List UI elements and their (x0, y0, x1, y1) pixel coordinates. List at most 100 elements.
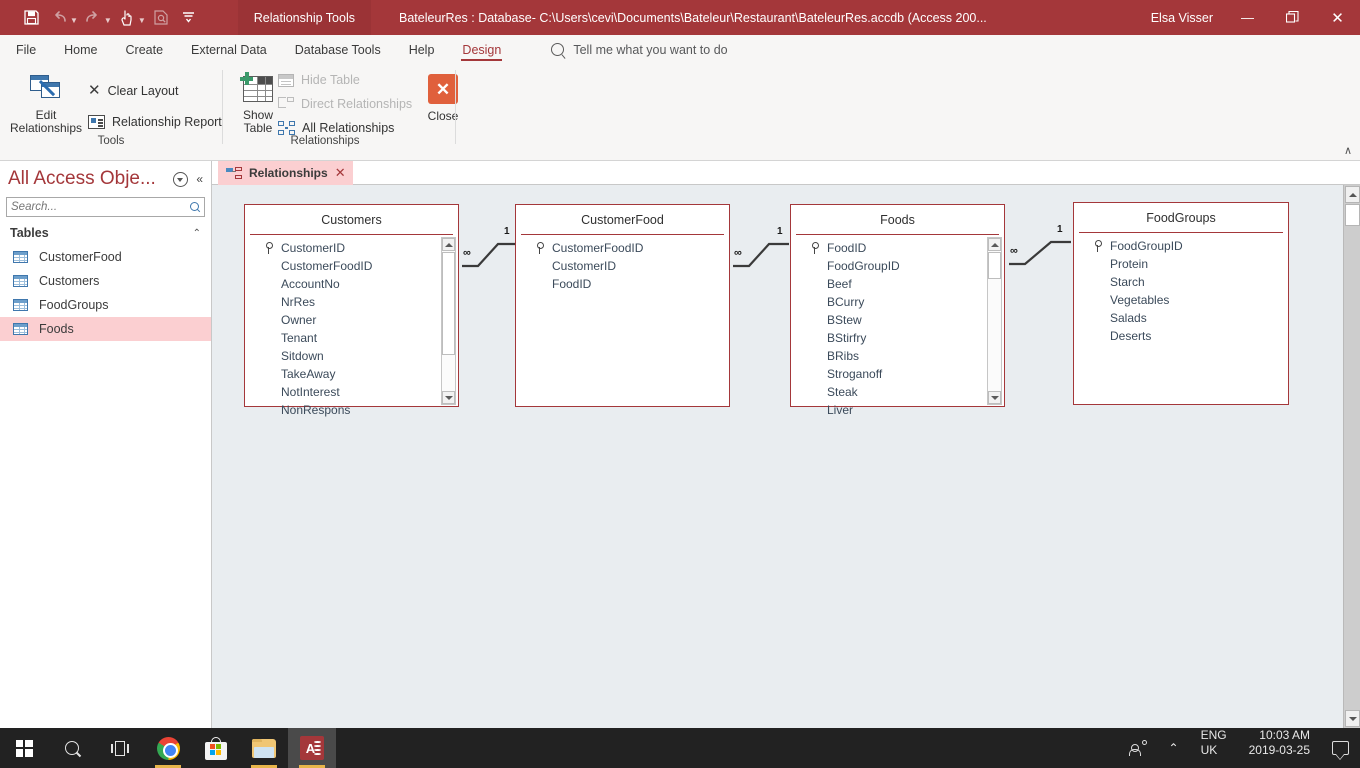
account-name[interactable]: Elsa Visser (1151, 11, 1225, 25)
restore-button[interactable] (1270, 0, 1315, 35)
field-row[interactable]: BStirfry (791, 329, 1004, 347)
undo-dropdown-icon[interactable]: ▼ (70, 16, 78, 25)
field-row[interactable]: Steak (791, 383, 1004, 401)
scroll-up-arrow[interactable] (1345, 186, 1360, 203)
field-row[interactable]: BRibs (791, 347, 1004, 365)
field-row[interactable]: Liver (791, 401, 1004, 419)
touch-mode-icon[interactable] (114, 5, 140, 31)
taskbar-search-button[interactable] (48, 728, 96, 768)
tab-help[interactable]: Help (395, 35, 449, 64)
field-row[interactable]: NonRespons (245, 401, 458, 419)
table-scrollbar-customers[interactable] (441, 237, 456, 405)
file-explorer-button[interactable] (240, 728, 288, 768)
field-row[interactable]: BStew (791, 311, 1004, 329)
field-row[interactable]: Tenant (245, 329, 458, 347)
redo-dropdown-icon[interactable]: ▼ (104, 16, 112, 25)
relationship-line-customerfood-foods[interactable]: ∞ 1 (731, 225, 791, 275)
microsoft-store-button[interactable] (192, 728, 240, 768)
table-box-customerfood[interactable]: CustomerFood CustomerFoodID CustomerID F… (515, 204, 730, 407)
action-center-button[interactable] (1321, 728, 1360, 768)
scroll-thumb[interactable] (1345, 204, 1360, 226)
all-relationships-button[interactable]: All Relationships (278, 121, 394, 135)
collapse-ribbon-button[interactable]: ∧ (1344, 144, 1352, 157)
field-row[interactable]: CustomerFoodID (516, 239, 729, 257)
scroll-up-arrow[interactable] (988, 238, 1001, 251)
field-row[interactable]: Protein (1074, 255, 1288, 273)
save-icon[interactable] (18, 5, 44, 31)
print-preview-icon[interactable] (148, 5, 174, 31)
customize-quick-access-icon[interactable] (176, 5, 202, 31)
start-button[interactable] (0, 728, 48, 768)
field-row[interactable]: FoodGroupID (1074, 237, 1288, 255)
close-tab-icon[interactable]: ✕ (335, 165, 346, 181)
sidebar-item-customers[interactable]: Customers (0, 269, 211, 293)
edit-relationships-button[interactable]: Edit Relationships (10, 74, 82, 135)
task-view-button[interactable] (96, 728, 144, 768)
field-row[interactable]: NotInterest (245, 383, 458, 401)
table-scrollbar-foods[interactable] (987, 237, 1002, 405)
tab-external-data[interactable]: External Data (177, 35, 281, 64)
clear-layout-button[interactable]: ✕ Clear Layout (88, 83, 178, 98)
scroll-down-arrow[interactable] (1345, 710, 1360, 727)
field-row[interactable]: Deserts (1074, 327, 1288, 345)
field-row[interactable]: FoodID (516, 275, 729, 293)
touch-mode-dropdown-icon[interactable]: ▼ (138, 16, 146, 25)
relationship-line-foods-foodgroups[interactable]: ∞ 1 (1007, 223, 1073, 273)
close-relationships-button[interactable]: ✕ Close (418, 74, 468, 123)
show-hidden-icons-button[interactable]: ⌃ (1158, 728, 1190, 768)
scroll-up-arrow[interactable] (442, 238, 455, 251)
collapse-navigation-pane-icon[interactable]: « (196, 172, 203, 186)
field-row[interactable]: BCurry (791, 293, 1004, 311)
chrome-button[interactable] (144, 728, 192, 768)
tab-home[interactable]: Home (50, 35, 111, 64)
scroll-down-arrow[interactable] (442, 391, 455, 404)
tab-database-tools[interactable]: Database Tools (281, 35, 395, 64)
tab-relationships[interactable]: Relationships ✕ (218, 161, 353, 185)
table-box-customers[interactable]: Customers CustomerID CustomerFoodID Acco… (244, 204, 459, 417)
field-row[interactable]: FoodID (791, 239, 1004, 257)
field-row[interactable]: Owner (245, 311, 458, 329)
navigation-pane-menu-icon[interactable] (173, 171, 189, 187)
field-row[interactable]: Salads (1074, 309, 1288, 327)
field-row[interactable]: TakeAway (245, 365, 458, 383)
sidebar-item-customerfood[interactable]: CustomerFood (0, 245, 211, 269)
canvas-vertical-scrollbar[interactable] (1343, 185, 1360, 728)
relationships-canvas[interactable]: Customers CustomerID CustomerFoodID Acco… (212, 185, 1343, 728)
field-row[interactable]: CustomerID (516, 257, 729, 275)
search-input[interactable] (7, 201, 184, 213)
field-row[interactable]: CustomerID (245, 239, 458, 257)
field-row[interactable]: Vegetables (1074, 291, 1288, 309)
sidebar-item-foodgroups[interactable]: FoodGroups (0, 293, 211, 317)
chevron-up-icon[interactable]: ⌃ (193, 228, 201, 239)
search-magnifier-icon[interactable] (184, 198, 204, 216)
access-button[interactable]: A (288, 728, 336, 768)
minimize-button[interactable]: — (1225, 0, 1270, 35)
field-row[interactable]: CustomerFoodID (245, 257, 458, 275)
close-button[interactable]: ✕ (1315, 0, 1360, 35)
field-row[interactable]: Stroganoff (791, 365, 1004, 383)
people-button[interactable] (1118, 728, 1158, 768)
sidebar-item-foods[interactable]: Foods (0, 317, 211, 341)
scroll-down-arrow[interactable] (988, 391, 1001, 404)
field-row[interactable]: Starch (1074, 273, 1288, 291)
undo-icon[interactable] (46, 5, 72, 31)
navigation-search-box[interactable] (6, 197, 205, 217)
relationship-line-customers-customerfood[interactable]: ∞ 1 (460, 225, 518, 275)
field-row[interactable]: FoodGroupID (791, 257, 1004, 275)
scroll-thumb[interactable] (442, 252, 455, 355)
field-row[interactable]: Beef (791, 275, 1004, 293)
scroll-thumb[interactable] (988, 252, 1001, 279)
field-row[interactable]: AccountNo (245, 275, 458, 293)
field-row[interactable]: Sitdown (245, 347, 458, 365)
language-indicator[interactable]: ENG UK (1190, 728, 1238, 768)
table-box-foodgroups[interactable]: FoodGroups FoodGroupID Protein Starch Ve… (1073, 202, 1289, 405)
tell-me-search[interactable]: Tell me what you want to do (551, 43, 728, 57)
tab-create[interactable]: Create (112, 35, 178, 64)
table-box-foods[interactable]: Foods FoodID FoodGroupID Beef BCurry BSt… (790, 204, 1005, 417)
tab-design[interactable]: Design (448, 35, 515, 64)
clock[interactable]: 10:03 AM 2019-03-25 (1238, 728, 1321, 768)
redo-icon[interactable] (80, 5, 106, 31)
field-row[interactable]: NrRes (245, 293, 458, 311)
nav-group-tables[interactable]: Tables ⌃ (0, 221, 211, 245)
tab-file[interactable]: File (0, 35, 50, 64)
